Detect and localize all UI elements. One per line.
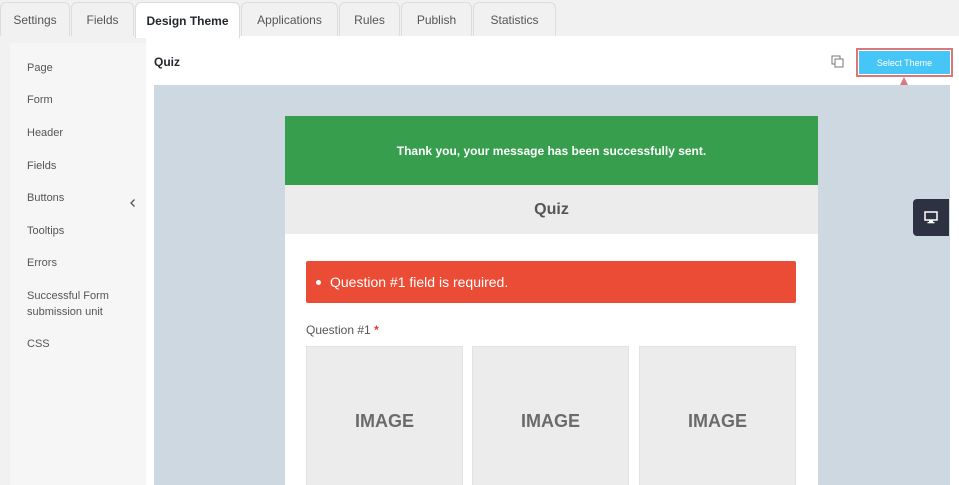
- tab-applications[interactable]: Applications: [241, 2, 338, 37]
- tab-settings[interactable]: Settings: [0, 2, 70, 37]
- error-message: Question #1 field is required.: [306, 261, 796, 303]
- theme-content-area: Quiz Select Theme Thank you, your messag…: [146, 36, 959, 485]
- sidebar-item-buttons[interactable]: Buttons: [27, 190, 64, 206]
- image-placeholder-label: IMAGE: [520, 410, 580, 431]
- sidebar-item-css[interactable]: CSS: [27, 336, 50, 352]
- select-theme-button[interactable]: Select Theme: [859, 51, 950, 74]
- form-title: Quiz: [534, 200, 569, 218]
- bullet-icon: [316, 279, 321, 285]
- tab-bar: Settings Fields Design Theme Application…: [0, 0, 959, 38]
- image-placeholder-label: IMAGE: [687, 410, 747, 431]
- design-theme-panel: Page Form Header Fields Buttons Tooltips…: [0, 36, 959, 485]
- image-option-3[interactable]: IMAGE: [639, 346, 796, 485]
- form-preview: Thank you, your message has been success…: [154, 85, 950, 485]
- success-message: Thank you, your message has been success…: [285, 116, 818, 185]
- required-mark: *: [374, 323, 379, 337]
- tab-publish[interactable]: Publish: [401, 2, 472, 37]
- form-card: Thank you, your message has been success…: [285, 116, 818, 485]
- error-message-text: Question #1 field is required.: [330, 274, 509, 290]
- image-option-2[interactable]: IMAGE: [472, 346, 629, 485]
- select-theme-highlight: Select Theme: [856, 48, 953, 77]
- question-label: Question #1 *: [306, 323, 379, 337]
- question-label-text: Question #1: [306, 323, 371, 337]
- image-option-1[interactable]: IMAGE: [306, 346, 463, 485]
- form-header: Quiz: [285, 185, 818, 234]
- success-message-text: Thank you, your message has been success…: [396, 143, 707, 158]
- tab-design-theme[interactable]: Design Theme: [135, 2, 240, 38]
- chevron-left-icon[interactable]: [128, 198, 138, 208]
- sidebar-item-tooltips[interactable]: Tooltips: [27, 223, 64, 239]
- desktop-preview-button[interactable]: [913, 199, 949, 236]
- theme-sections-sidebar: Page Form Header Fields Buttons Tooltips…: [10, 43, 146, 485]
- desktop-monitor-icon: [924, 211, 938, 224]
- page-title: Quiz: [154, 55, 180, 69]
- image-placeholder-label: IMAGE: [354, 410, 414, 431]
- sidebar-item-errors[interactable]: Errors: [27, 255, 57, 271]
- sidebar-item-form[interactable]: Form: [27, 92, 53, 108]
- copy-icon[interactable]: [831, 55, 844, 68]
- sidebar-item-page[interactable]: Page: [27, 60, 53, 76]
- sidebar-item-successful-form-submission-unit[interactable]: Successful Form submission unit: [27, 288, 127, 320]
- tab-statistics[interactable]: Statistics: [473, 2, 556, 37]
- tab-rules[interactable]: Rules: [339, 2, 400, 37]
- sidebar-item-header[interactable]: Header: [27, 125, 63, 141]
- sidebar-item-fields[interactable]: Fields: [27, 158, 56, 174]
- tab-fields[interactable]: Fields: [71, 2, 134, 37]
